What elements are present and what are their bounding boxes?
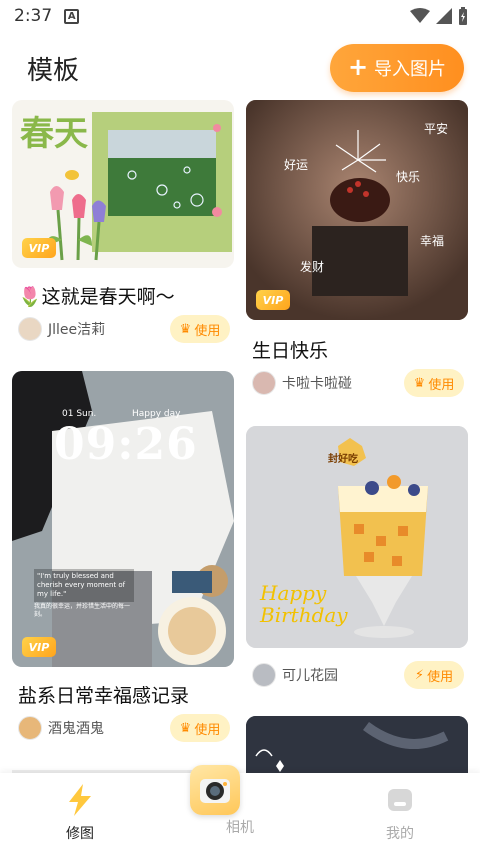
vip-badge: VIP (22, 637, 56, 657)
vip-badge: VIP (22, 238, 56, 258)
nav-label: 修图 (66, 826, 94, 842)
lightning-icon (63, 783, 97, 817)
image-quote-cn: 我真的很幸运，并珍惜生活中的每一刻。 (34, 603, 131, 618)
template-card-daily[interactable]: 01 Sun. Happy day 09:26 "I'm truly bless… (12, 371, 234, 751)
nav-profile[interactable]: 我的 (340, 773, 460, 853)
image-word: 快乐 (396, 170, 421, 184)
notification-icon: A (64, 8, 80, 24)
use-label: 使用 (428, 377, 455, 393)
image-caption: 春天 (20, 114, 88, 154)
author-name: 卡啦卡啦碰 (282, 376, 352, 392)
nav-label: 我的 (386, 826, 414, 842)
camera-icon (190, 765, 240, 815)
image-time: 09:26 (54, 419, 198, 470)
crown-icon: ♛ (179, 321, 192, 337)
author-row: 酒鬼酒鬼 ♛ 使用 (18, 713, 230, 743)
import-image-label: 导入图片 (374, 59, 447, 80)
author-avatar (18, 317, 42, 341)
use-label: 使用 (427, 669, 454, 685)
wifi-icon (410, 8, 430, 23)
nav-label: 相机 (226, 820, 254, 836)
image-sticker: 封好吃 (328, 454, 358, 465)
status-icons (410, 7, 468, 25)
template-card-dessert[interactable]: 封好吃 Happy Birthday 可儿花园 ⚡ 使用 (246, 426, 468, 694)
author-avatar (252, 663, 276, 687)
use-button[interactable]: ♛ 使用 (404, 369, 464, 397)
use-label: 使用 (194, 323, 221, 339)
author-row: 卡啦卡啦碰 ♛ 使用 (252, 368, 464, 398)
image-date: 01 Sun. (62, 409, 97, 419)
vip-badge: VIP (256, 290, 290, 310)
plus-icon: + (347, 53, 369, 81)
use-button[interactable]: ♛ 使用 (170, 315, 230, 343)
template-image: 01 Sun. Happy day 09:26 "I'm truly bless… (12, 371, 234, 667)
crown-icon: ♛ (413, 375, 426, 391)
template-card-partial[interactable] (246, 716, 468, 773)
author-avatar (252, 371, 276, 395)
template-image: 平安 好运 快乐 幸福 发财 VIP (246, 100, 468, 320)
signal-icon (436, 8, 452, 24)
use-button[interactable]: ♛ 使用 (170, 714, 230, 742)
card-title: 生日快乐 (252, 340, 329, 362)
status-bar: 2:37 A (0, 0, 480, 32)
profile-icon (383, 783, 417, 817)
author-name: 酒鬼酒鬼 (48, 721, 104, 737)
template-image (246, 716, 468, 773)
template-image: 封好吃 Happy Birthday (246, 426, 468, 648)
image-word: 发财 (300, 260, 325, 274)
partial-artwork (246, 716, 468, 773)
page-title: 模板 (27, 56, 80, 86)
header: 模板 + 导入图片 (0, 40, 480, 96)
image-word: 平安 (424, 122, 449, 136)
image-quote: "I'm truly blessed and cherish every mom… (34, 569, 134, 602)
image-word: 幸福 (420, 234, 445, 248)
author-avatar (18, 716, 42, 740)
author-name: 可儿花园 (282, 668, 338, 684)
nav-edit[interactable]: 修图 (20, 773, 140, 853)
import-image-button[interactable]: + 导入图片 (330, 44, 464, 92)
image-text: Happy Birthday (260, 581, 348, 627)
daily-artwork (12, 371, 234, 667)
template-image: 春天 VIP (12, 100, 234, 268)
card-title: 盐系日常幸福感记录 (18, 685, 190, 707)
image-day: Happy day (132, 409, 181, 419)
image-word: 好运 (284, 158, 309, 172)
nav-camera[interactable]: 相机 (180, 765, 300, 853)
bolt-icon: ⚡ (414, 667, 425, 683)
card-title: 🌷这就是春天啊～ (18, 286, 175, 308)
battery-icon (459, 7, 467, 25)
use-label: 使用 (194, 722, 221, 738)
author-name: Jllee洁莉 (48, 322, 106, 338)
author-row: 可儿花园 ⚡ 使用 (252, 660, 464, 690)
crown-icon: ♛ (179, 720, 192, 736)
template-card-spring[interactable]: 春天 VIP 🌷这就是春天啊～ Jllee洁莉 ♛ 使用 (12, 100, 234, 350)
status-time: 2:37 (14, 6, 53, 26)
template-card-birthday[interactable]: 平安 好运 快乐 幸福 发财 VIP 生日快乐 卡啦卡啦碰 ♛ 使用 (246, 100, 468, 404)
use-button[interactable]: ⚡ 使用 (404, 661, 464, 689)
bottom-nav: 修图 相机 我的 (0, 765, 480, 853)
author-row: Jllee洁莉 ♛ 使用 (18, 314, 230, 344)
